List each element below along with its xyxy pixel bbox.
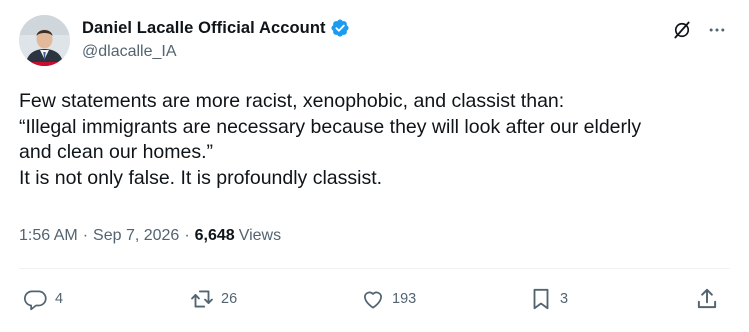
reply-button[interactable]: 4 <box>23 286 63 312</box>
tweet-card: Daniel Lacalle Official Account @dlacall… <box>0 0 749 332</box>
author-handle[interactable]: @dlacalle_IA <box>82 43 177 61</box>
author-display-name[interactable]: Daniel Lacalle Official Account <box>82 19 326 38</box>
like-button[interactable]: 193 <box>360 286 416 312</box>
avatar-photo <box>19 15 70 66</box>
share-button[interactable] <box>694 286 720 312</box>
divider <box>19 268 730 269</box>
views-count: 6,648 <box>194 227 235 244</box>
grok-icon[interactable] <box>671 19 693 41</box>
bookmark-button[interactable]: 3 <box>528 286 568 312</box>
tweet-text-line: and clean our homes.” <box>19 141 214 163</box>
reply-icon <box>23 290 47 311</box>
tweet-date[interactable]: Sep 7, 2026 <box>93 227 179 245</box>
tweet-text-line: Few statements are more racist, xenophob… <box>19 90 565 112</box>
bookmark-count: 3 <box>560 291 569 307</box>
like-count: 193 <box>392 291 417 307</box>
verified-badge-icon[interactable] <box>330 18 350 38</box>
bookmark-icon <box>533 288 549 310</box>
meta-separator: · <box>82 227 89 244</box>
author-name-row: Daniel Lacalle Official Account <box>82 18 350 38</box>
top-actions <box>671 19 728 41</box>
tweet-time[interactable]: 1:56 AM <box>19 227 78 245</box>
author-avatar[interactable] <box>19 15 70 66</box>
repost-button[interactable]: 26 <box>189 286 237 312</box>
meta-separator: · <box>184 227 190 244</box>
tweet-text-line: It is not only false. It is profoundly c… <box>19 166 383 189</box>
share-icon <box>697 288 717 309</box>
repost-icon <box>191 290 213 308</box>
reply-count: 4 <box>55 291 64 307</box>
more-dots-icon[interactable] <box>706 19 728 41</box>
tweet-text: Few statements are more racist, xenophob… <box>19 89 729 191</box>
tweet-meta: 1:56 AM · Sep 7, 2026 · 6,648 Views <box>19 227 281 245</box>
views-label: Views <box>238 227 282 244</box>
like-icon <box>364 291 382 309</box>
tweet-text-line: “Illegal immigrants are necessary becaus… <box>19 115 642 138</box>
repost-count: 26 <box>221 291 238 307</box>
